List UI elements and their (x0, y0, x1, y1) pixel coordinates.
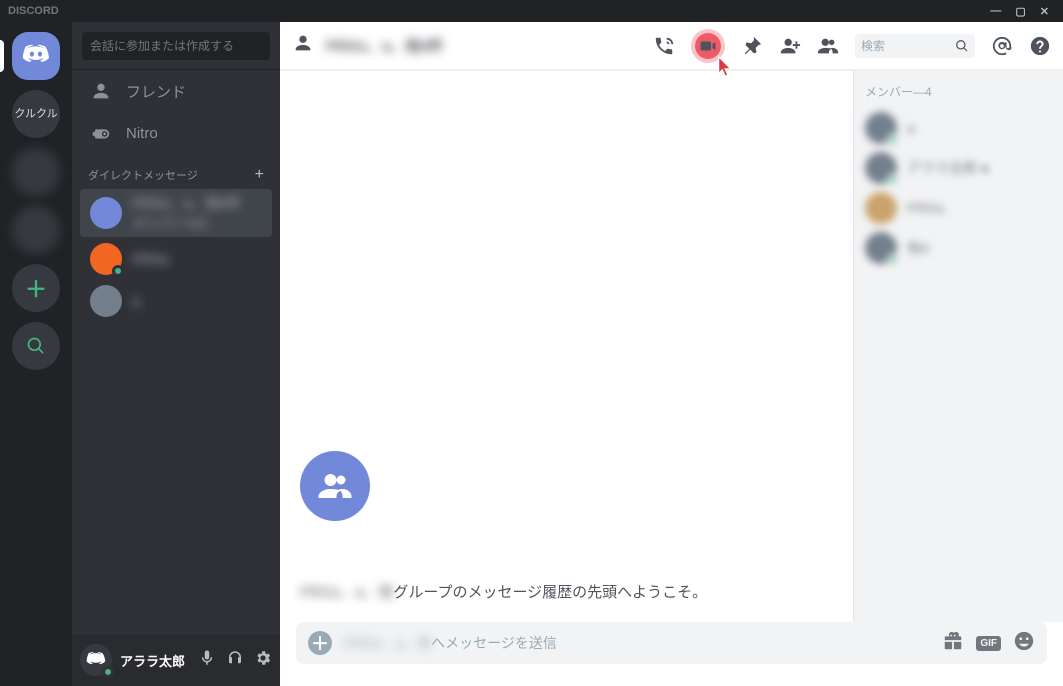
dm-item[interactable]: PRGs (80, 239, 272, 279)
user-panel: アララ太郎 (72, 634, 280, 686)
help-button[interactable] (1029, 35, 1051, 57)
attach-button[interactable]: ＋ (308, 631, 332, 655)
group-avatar (300, 451, 370, 521)
avatar (90, 285, 122, 317)
current-user-name: アララ太郎 (120, 651, 185, 670)
server-item[interactable]: クルクル (12, 90, 60, 138)
avatar (90, 243, 122, 275)
home-button[interactable] (12, 32, 60, 80)
pinned-messages-button[interactable] (741, 35, 763, 57)
window-controls: — ▢ ✕ (990, 5, 1063, 18)
app-root: クルクル ＋ 会話に参加または作成する フレンド Nitro ダイレクトメッセー… (0, 22, 1063, 686)
maximize-button[interactable]: ▢ (1015, 5, 1025, 18)
voice-call-button[interactable] (653, 35, 675, 57)
chat-area: PRGs、a、他4件 検索 (280, 22, 1063, 686)
current-user-avatar[interactable] (80, 644, 112, 676)
minimize-button[interactable]: — (990, 5, 1001, 18)
server-list: クルクル ＋ (0, 22, 72, 686)
explore-button[interactable] (12, 322, 60, 370)
message-input[interactable]: ＋ PRGs、a、他へメッセージを送信 GIF (296, 622, 1047, 664)
create-dm-button[interactable]: + (255, 166, 264, 184)
mute-button[interactable] (198, 649, 216, 672)
dm-item[interactable]: a (80, 281, 272, 321)
settings-button[interactable] (254, 649, 272, 672)
dm-name: a (132, 293, 140, 309)
welcome-message: PRGs、a、他グループのメッセージ履歴の先頭へようこそ。 (300, 581, 833, 602)
emoji-button[interactable] (1013, 630, 1035, 657)
dm-sidebar: 会話に参加または作成する フレンド Nitro ダイレクトメッセージ + PRG… (72, 22, 280, 686)
server-item[interactable] (12, 148, 60, 196)
mentions-button[interactable] (991, 35, 1013, 57)
member-item[interactable]: a (865, 108, 1051, 148)
member-item[interactable]: アララ太郎 ● (865, 148, 1051, 188)
dm-section-header: ダイレクトメッセージ + (72, 154, 280, 188)
titlebar: DISCORD — ▢ ✕ (0, 0, 1063, 22)
close-button[interactable]: ✕ (1040, 5, 1049, 18)
search-icon (955, 39, 969, 53)
server-item[interactable] (12, 206, 60, 254)
dm-name: PRGs、a、他4件メンバー4人 (132, 193, 241, 233)
add-friends-button[interactable] (779, 35, 801, 57)
message-placeholder: PRGs、a、他へメッセージを送信 (344, 633, 557, 653)
brand-wordmark: DISCORD (8, 5, 59, 17)
quick-switcher-input[interactable]: 会話に参加または作成する (82, 32, 270, 60)
dm-name: PRGs (132, 251, 169, 267)
video-call-button[interactable] (691, 29, 725, 63)
chat-header: PRGs、a、他4件 検索 (280, 22, 1063, 70)
search-input[interactable]: 検索 (855, 34, 975, 58)
members-header: メンバー—4 (865, 83, 1051, 100)
group-dm-icon (292, 32, 314, 59)
chat-title: PRGs、a、他4件 (326, 35, 444, 56)
dm-item[interactable]: PRGs、a、他4件メンバー4人 (80, 189, 272, 237)
nitro-label: Nitro (126, 125, 158, 142)
member-list: メンバー—4 a アララ太郎 ● PRGs 他4 (853, 71, 1063, 622)
member-item[interactable]: PRGs (865, 188, 1051, 228)
gif-button[interactable]: GIF (976, 636, 1001, 651)
deafen-button[interactable] (226, 649, 244, 672)
avatar (90, 197, 122, 229)
header-actions: 検索 (653, 29, 1051, 63)
member-list-toggle[interactable] (817, 35, 839, 57)
friends-label: フレンド (126, 81, 186, 102)
member-item[interactable]: 他4 (865, 228, 1051, 268)
search-placeholder: 検索 (861, 37, 885, 54)
friends-nav[interactable]: フレンド (72, 70, 280, 112)
add-server-button[interactable]: ＋ (12, 264, 60, 312)
nitro-nav[interactable]: Nitro (72, 112, 280, 154)
message-area: PRGs、a、他グループのメッセージ履歴の先頭へようこそ。 (280, 71, 853, 622)
quick-switcher[interactable]: 会話に参加または作成する (72, 22, 280, 70)
dm-header-label: ダイレクトメッセージ (88, 167, 198, 183)
gift-button[interactable] (942, 630, 964, 657)
composer-area: ＋ PRGs、a、他へメッセージを送信 GIF (280, 622, 1063, 686)
